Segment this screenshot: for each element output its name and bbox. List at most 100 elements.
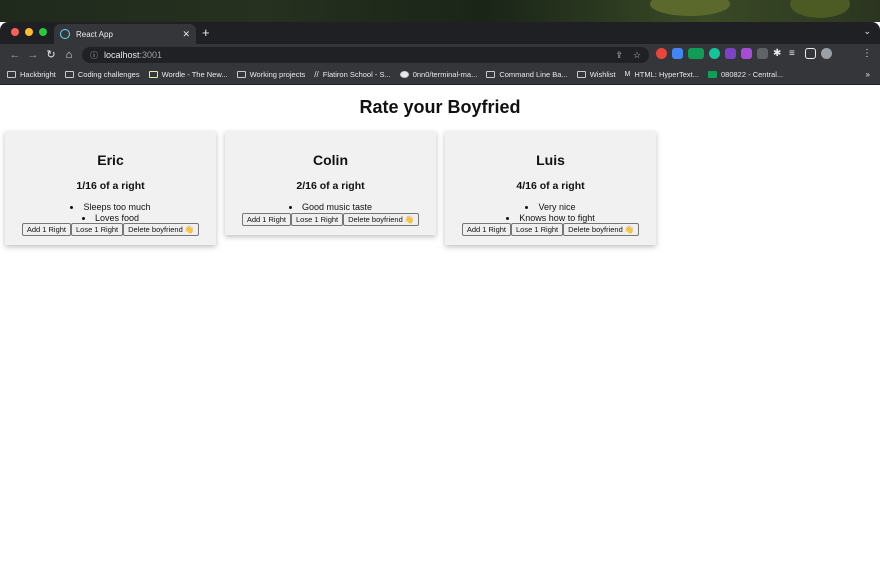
- extension-icon[interactable]: [757, 48, 768, 59]
- card-score: 2/16 of a right: [296, 180, 365, 192]
- card-score: 4/16 of a right: [516, 180, 585, 192]
- lose-right-button[interactable]: Lose 1 Right: [71, 223, 124, 236]
- browser-toolbar: ← → ↻ ⌂ ⓘ localhost:3001 ⇪ ☆ ✱ ≡ ⋮: [0, 44, 880, 65]
- traits-list: Very nice Knows how to fight: [445, 202, 656, 223]
- card-score: 1/16 of a right: [76, 180, 145, 192]
- list-item: Knows how to fight: [445, 213, 656, 224]
- card-name: Luis: [536, 152, 565, 168]
- folder-icon: [64, 71, 74, 78]
- close-icon[interactable]: ✕: [182, 29, 190, 40]
- bookmarks-overflow-button[interactable]: »: [866, 70, 870, 79]
- bookmark-label: Hackbright: [20, 70, 56, 79]
- bookmark-item[interactable]: M HTML: HyperText...: [625, 70, 699, 79]
- extension-icon[interactable]: [725, 48, 736, 59]
- omnibox-actions: ⇪ ☆: [615, 50, 641, 61]
- menu-kebab-icon[interactable]: ⋮: [862, 48, 872, 59]
- desktop-wallpaper: [0, 0, 880, 22]
- reading-list-icon[interactable]: ≡: [789, 48, 800, 59]
- bookmark-label: 080822 - Central...: [721, 70, 784, 79]
- chevron-down-icon[interactable]: ⌄: [863, 26, 871, 37]
- add-right-button[interactable]: Add 1 Right: [461, 223, 512, 236]
- bookmark-label: Wordle - The New...: [161, 70, 228, 79]
- back-arrow-icon[interactable]: ←: [6, 49, 24, 61]
- bookmark-item[interactable]: Command Line Ba...: [486, 70, 568, 79]
- extension-icon[interactable]: [656, 48, 667, 59]
- bookmark-item[interactable]: Wordle - The New...: [148, 70, 228, 79]
- add-right-button[interactable]: Add 1 Right: [241, 212, 292, 226]
- card-name: Eric: [97, 152, 124, 168]
- github-icon: [399, 71, 409, 78]
- bookmark-item[interactable]: Coding challenges: [64, 70, 140, 79]
- extension-icon[interactable]: [672, 48, 683, 59]
- list-item: Loves food: [5, 213, 216, 224]
- reload-icon[interactable]: ↻: [42, 48, 60, 61]
- url-port: :3001: [139, 50, 163, 60]
- bookmark-item[interactable]: 080822 - Central...: [708, 70, 783, 79]
- boyfriend-card: Colin 2/16 of a right Good music taste A…: [225, 131, 436, 235]
- bookmark-item[interactable]: Working projects: [236, 70, 306, 79]
- folder-icon: [576, 71, 586, 78]
- side-panel-icon[interactable]: [805, 48, 816, 59]
- bookmark-label: HTML: HyperText...: [634, 70, 699, 79]
- page-icon: [486, 71, 496, 78]
- slashes-icon: //: [314, 70, 319, 79]
- close-window-button[interactable]: [11, 28, 19, 36]
- mdn-icon: M: [624, 71, 631, 78]
- folder-icon: [236, 71, 246, 78]
- extensions-area: ✱ ≡: [656, 48, 832, 59]
- folder-icon: [7, 71, 16, 78]
- list-item: Good music taste: [225, 202, 436, 213]
- delete-boyfriend-button[interactable]: Delete boyfriend 👋: [563, 223, 640, 236]
- puzzle-extensions-icon[interactable]: ✱: [773, 48, 784, 59]
- add-right-button[interactable]: Add 1 Right: [21, 223, 72, 236]
- home-icon[interactable]: ⌂: [60, 49, 78, 61]
- share-icon[interactable]: ⇪: [615, 50, 623, 61]
- page-title: Rate your Boyfried: [359, 97, 521, 117]
- traits-list: Good music taste: [225, 202, 436, 213]
- extension-icon[interactable]: [741, 48, 752, 59]
- bookmark-label: Working projects: [249, 70, 306, 79]
- window-controls: [11, 28, 47, 36]
- lose-right-button[interactable]: Lose 1 Right: [291, 212, 344, 226]
- card-name: Colin: [313, 152, 348, 168]
- lose-right-button[interactable]: Lose 1 Right: [511, 223, 564, 236]
- card-actions: Add 1 Right Lose 1 Right Delete boyfrien…: [445, 223, 656, 236]
- grid-icon: [148, 71, 158, 78]
- extension-icon[interactable]: [688, 48, 704, 59]
- new-tab-button[interactable]: +: [202, 25, 210, 40]
- delete-boyfriend-button[interactable]: Delete boyfriend 👋: [123, 223, 200, 236]
- bookmark-item[interactable]: Hackbright: [7, 70, 56, 79]
- info-icon[interactable]: ⓘ: [90, 50, 98, 61]
- wallpaper-shape: [650, 0, 730, 16]
- sheets-icon: [708, 71, 717, 78]
- minimize-window-button[interactable]: [25, 28, 33, 36]
- bookmark-label: 0nn0/terminal-ma...: [412, 70, 478, 79]
- traits-list: Sleeps too much Loves food: [5, 202, 216, 223]
- list-item: Sleeps too much: [5, 202, 216, 213]
- bookmarks-bar: Hackbright Coding challenges Wordle - Th…: [0, 65, 880, 85]
- list-item: Very nice: [445, 202, 656, 213]
- bookmark-item[interactable]: //Flatiron School - S...: [314, 70, 390, 79]
- bookmark-item[interactable]: 0nn0/terminal-ma...: [399, 70, 478, 79]
- bookmark-label: Flatiron School - S...: [322, 70, 391, 79]
- bookmark-star-icon[interactable]: ☆: [633, 50, 641, 61]
- bookmark-item[interactable]: Wishlist: [576, 70, 616, 79]
- forward-arrow-icon[interactable]: →: [24, 49, 42, 61]
- address-bar[interactable]: ⓘ localhost:3001 ⇪ ☆: [82, 47, 649, 63]
- card-actions: Add 1 Right Lose 1 Right Delete boyfrien…: [225, 212, 436, 226]
- delete-boyfriend-button[interactable]: Delete boyfriend 👋: [343, 212, 420, 226]
- browser-window: React App ✕ + ⌄ ← → ↻ ⌂ ⓘ localhost:3001…: [0, 22, 880, 572]
- boyfriend-card: Luis 4/16 of a right Very nice Knows how…: [445, 131, 656, 245]
- maximize-window-button[interactable]: [39, 28, 47, 36]
- bookmark-label: Command Line Ba...: [499, 70, 568, 79]
- bookmark-label: Wishlist: [589, 70, 616, 79]
- tab-react-app[interactable]: React App ✕: [54, 24, 196, 44]
- boyfriend-card: Eric 1/16 of a right Sleeps too much Lov…: [5, 131, 216, 245]
- extension-icon[interactable]: [709, 48, 720, 59]
- url-host: localhost: [104, 50, 140, 60]
- tab-title: React App: [76, 29, 113, 39]
- page-content: Rate your Boyfried Eric 1/16 of a right …: [0, 85, 880, 572]
- avatar[interactable]: [821, 48, 832, 59]
- card-actions: Add 1 Right Lose 1 Right Delete boyfrien…: [5, 223, 216, 236]
- bookmark-label: Coding challenges: [77, 70, 140, 79]
